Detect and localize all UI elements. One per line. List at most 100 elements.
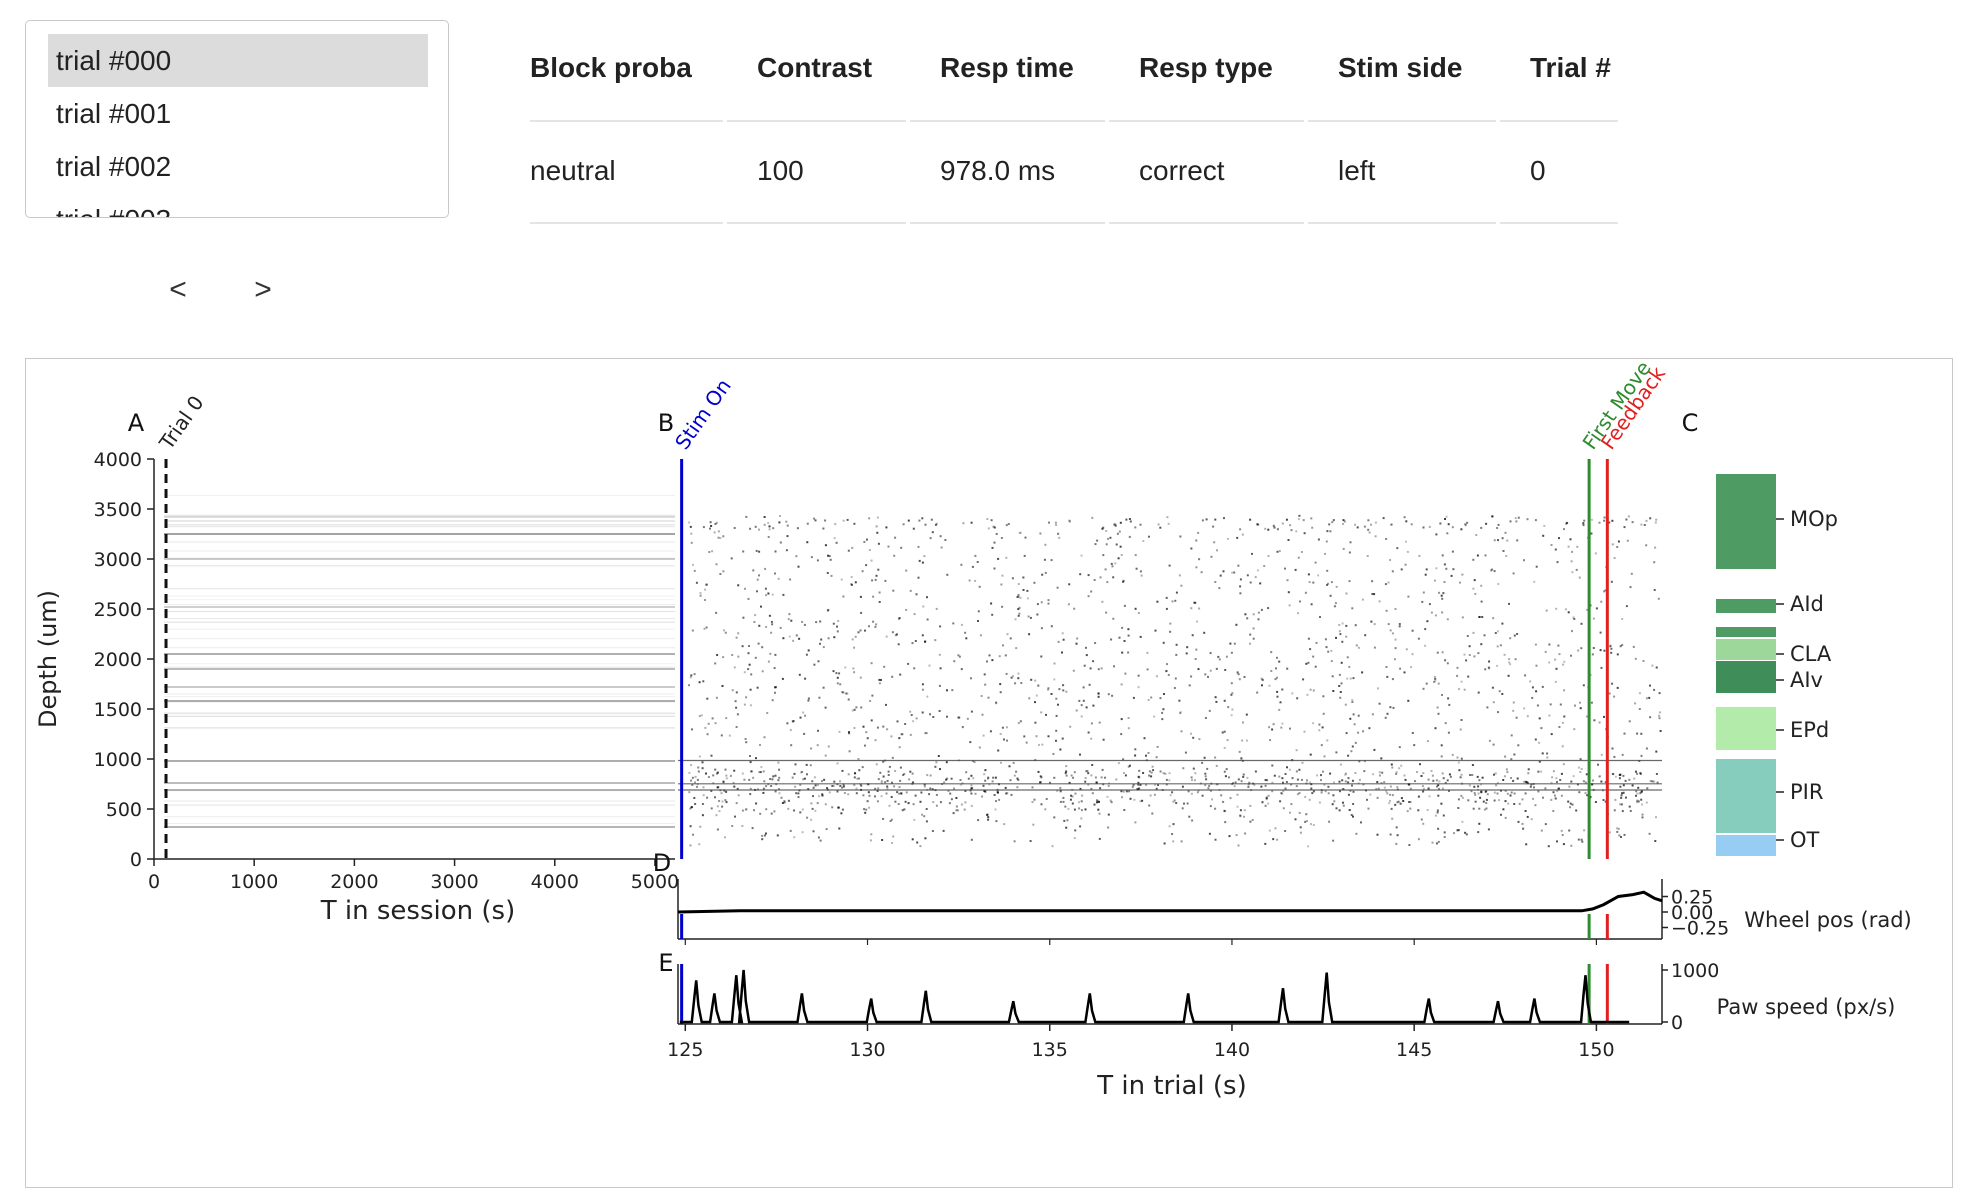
spike-dot bbox=[1655, 773, 1658, 775]
spike-dot bbox=[862, 725, 865, 728]
spike-dot bbox=[1594, 801, 1597, 803]
spike-dot bbox=[1377, 687, 1379, 690]
spike-dot bbox=[1641, 790, 1643, 793]
spike-dot bbox=[1298, 811, 1301, 814]
spike-dot bbox=[887, 545, 890, 548]
spike-dot bbox=[1289, 727, 1291, 730]
spike-dot bbox=[1223, 746, 1226, 749]
spike-dot bbox=[931, 531, 934, 534]
spike-dot bbox=[724, 836, 726, 839]
spike-dot bbox=[1355, 832, 1358, 835]
spike-dot bbox=[1264, 779, 1267, 781]
spike-dot bbox=[978, 746, 981, 749]
spike-dot bbox=[734, 700, 737, 703]
spike-dot bbox=[1239, 809, 1242, 812]
spike-dot bbox=[911, 642, 914, 645]
spike-dot bbox=[1254, 770, 1257, 773]
spike-dot bbox=[939, 667, 942, 670]
spike-dot bbox=[884, 579, 887, 582]
spike-dot bbox=[921, 634, 924, 637]
spike-dot bbox=[1441, 787, 1444, 790]
spike-dot bbox=[826, 572, 829, 574]
spike-dot bbox=[879, 771, 882, 774]
spike-dot bbox=[1025, 741, 1028, 744]
spike-dot bbox=[1318, 723, 1321, 726]
spike-dot bbox=[1590, 518, 1593, 521]
spike-dot bbox=[1084, 780, 1087, 783]
spike-dot bbox=[1105, 529, 1108, 532]
spike-dot bbox=[1052, 753, 1055, 755]
spike-dot bbox=[1391, 794, 1394, 797]
spike-dot bbox=[763, 516, 766, 518]
spike-dot bbox=[778, 768, 781, 771]
spike-dot bbox=[932, 716, 935, 718]
spike-dot bbox=[1251, 552, 1253, 555]
spike-dot bbox=[1493, 539, 1496, 542]
spike-dot bbox=[1554, 658, 1557, 661]
spike-dot bbox=[1335, 751, 1338, 754]
spike-dot bbox=[994, 808, 997, 811]
trial-list-item[interactable]: trial #000 bbox=[48, 34, 428, 87]
spike-dot bbox=[1603, 519, 1606, 522]
spike-dot bbox=[1516, 633, 1519, 635]
spike-dot bbox=[714, 796, 716, 799]
spike-dot bbox=[1496, 792, 1499, 795]
spike-dot bbox=[1436, 706, 1439, 709]
next-trial-button[interactable]: > bbox=[238, 265, 288, 315]
spike-dot bbox=[1228, 835, 1231, 838]
trial-list-item[interactable]: trial #003 bbox=[48, 193, 428, 217]
spike-dot bbox=[970, 710, 973, 713]
spike-dot bbox=[918, 519, 921, 522]
spike-dot bbox=[1314, 561, 1317, 564]
spike-dot bbox=[847, 549, 850, 552]
spike-dot bbox=[1382, 517, 1385, 520]
spike-dot bbox=[1441, 554, 1444, 557]
spike-dot bbox=[1360, 821, 1362, 824]
spike-dot bbox=[829, 558, 832, 561]
spike-dot bbox=[1357, 714, 1360, 717]
trial-list-item[interactable]: trial #002 bbox=[48, 140, 428, 193]
spike-dot bbox=[1480, 791, 1483, 794]
spike-dot bbox=[896, 720, 899, 723]
spike-dot bbox=[1134, 526, 1137, 529]
spike-dot bbox=[1183, 802, 1185, 805]
spike-dot bbox=[1331, 521, 1334, 524]
spike-dot bbox=[1129, 520, 1132, 523]
spike-dot bbox=[1538, 717, 1541, 720]
spike-dot bbox=[1603, 516, 1606, 519]
spike-dot bbox=[1464, 831, 1467, 834]
spike-dot bbox=[1569, 802, 1572, 805]
spike-dot bbox=[945, 761, 948, 764]
spike-dot bbox=[1040, 803, 1043, 806]
spike-dot bbox=[950, 798, 953, 801]
trial-list[interactable]: trial #000 trial #001 trial #002 trial #… bbox=[25, 20, 449, 218]
spike-dot bbox=[832, 670, 835, 673]
spike-dot bbox=[990, 519, 993, 522]
spike-dot bbox=[1384, 716, 1387, 719]
spike-dot bbox=[1233, 571, 1236, 574]
spike-dot bbox=[814, 784, 817, 787]
table-cell: 978.0 ms bbox=[940, 155, 1056, 186]
spike-dot bbox=[1017, 722, 1020, 725]
spike-dot bbox=[913, 667, 916, 670]
spike-dot bbox=[1054, 521, 1057, 524]
spike-dot bbox=[1256, 523, 1259, 526]
spike-dot bbox=[1272, 838, 1275, 841]
spike-dot bbox=[1339, 763, 1342, 766]
spike-dot bbox=[787, 799, 790, 802]
spike-dot bbox=[1651, 780, 1654, 783]
spike-dot bbox=[1441, 651, 1444, 654]
spike-dot bbox=[1009, 779, 1012, 782]
panel-e-yticks: 10000 bbox=[1662, 960, 1719, 1034]
spike-dot bbox=[1514, 658, 1517, 661]
prev-trial-button[interactable]: < bbox=[153, 265, 203, 315]
spike-dot bbox=[1110, 562, 1113, 565]
spike-dot bbox=[877, 787, 880, 790]
spike-dot bbox=[1214, 838, 1217, 841]
trial-list-item[interactable]: trial #001 bbox=[48, 87, 428, 140]
wheel-position-trace bbox=[677, 890, 1663, 914]
spike-dot bbox=[1097, 692, 1100, 695]
spike-dot bbox=[870, 662, 873, 665]
spike-dot bbox=[890, 735, 893, 738]
spike-dot bbox=[1503, 653, 1506, 656]
